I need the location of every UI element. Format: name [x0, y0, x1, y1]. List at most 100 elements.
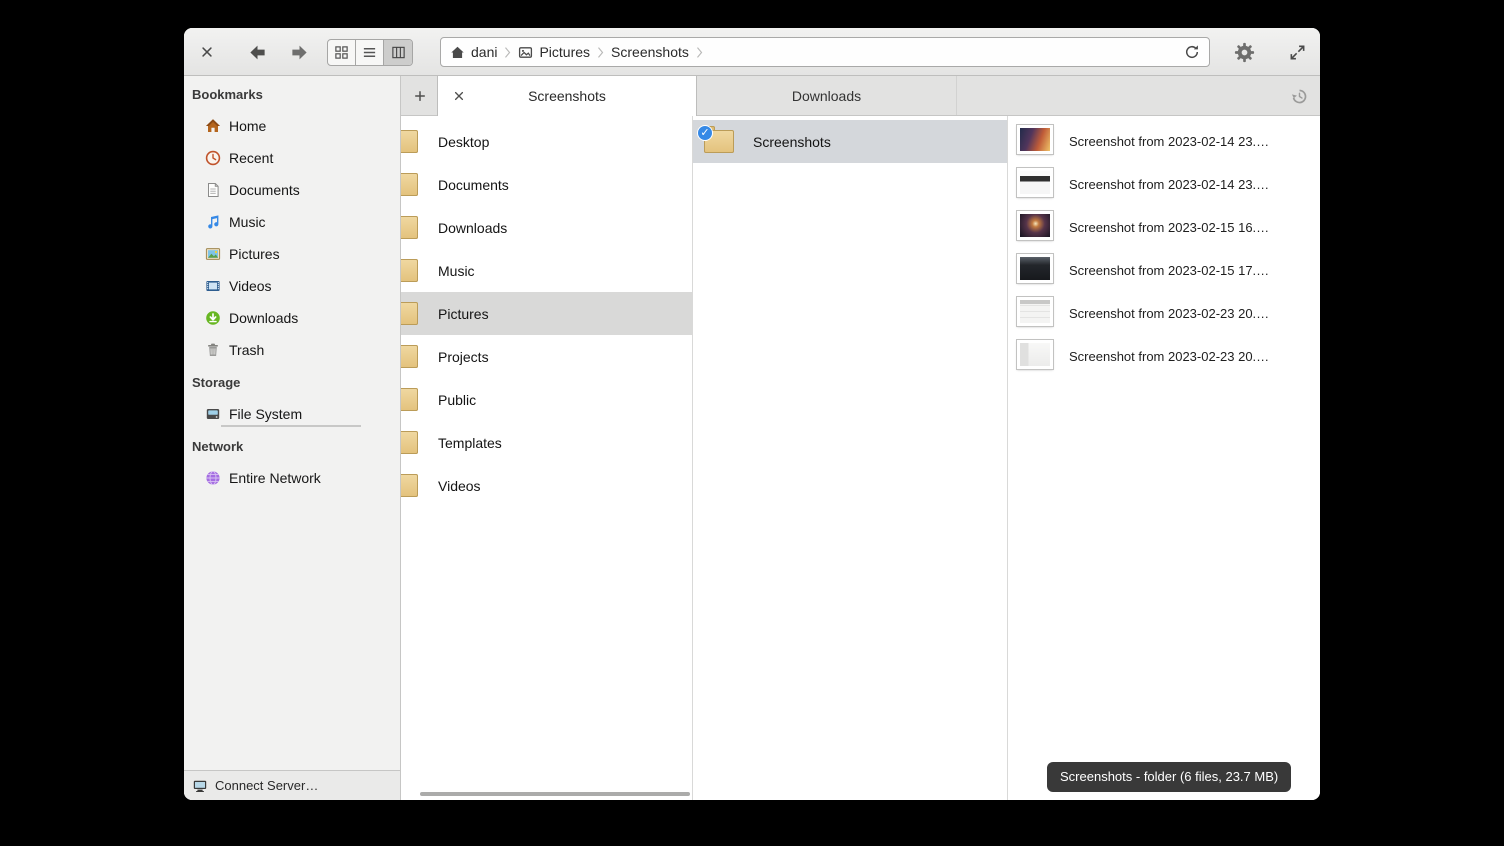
downloads-icon — [205, 310, 221, 326]
sidebar-section-bookmarks: Bookmarks — [184, 78, 400, 110]
file-row[interactable]: Screenshot from 2023-02-14 23.… — [1008, 163, 1320, 206]
folder-row-documents[interactable]: Documents — [401, 163, 692, 206]
breadcrumb-label: Screenshots — [611, 44, 689, 60]
close-icon — [453, 90, 465, 102]
fullscreen-button[interactable] — [1284, 41, 1310, 64]
recent-icon — [205, 150, 221, 166]
breadcrumb-pictures[interactable]: Pictures — [518, 44, 590, 60]
sidebar-item-documents[interactable]: Documents — [184, 174, 400, 206]
folder-row-downloads[interactable]: Downloads — [401, 206, 692, 249]
column-pictures-parent: Desktop Documents Downloads Music Pictur… — [401, 116, 692, 800]
folder-row-videos[interactable]: Videos — [401, 464, 692, 507]
sidebar: Bookmarks Home Recent Documents Music Pi… — [184, 76, 401, 800]
tab-history-button[interactable] — [1288, 85, 1310, 107]
new-tab-button[interactable] — [407, 84, 433, 108]
folder-row-screenshots[interactable]: ✓ Screenshots — [693, 120, 1007, 163]
pictures-icon — [205, 246, 221, 262]
refresh-button[interactable] — [1184, 44, 1200, 60]
sidebar-item-recent[interactable]: Recent — [184, 142, 400, 174]
connect-server-label: Connect Server… — [215, 778, 318, 793]
back-button[interactable] — [242, 38, 272, 66]
file-thumbnail — [1017, 168, 1053, 197]
forward-button[interactable] — [284, 38, 314, 66]
sidebar-item-videos[interactable]: Videos — [184, 270, 400, 302]
miller-columns: Desktop Documents Downloads Music Pictur… — [401, 116, 1320, 800]
folder-icon — [401, 173, 418, 196]
network-icon — [205, 470, 221, 486]
sidebar-item-file-system[interactable]: File System — [184, 398, 400, 430]
list-view-button[interactable] — [356, 40, 384, 65]
chevron-right-icon — [597, 46, 604, 59]
chevron-right-icon — [504, 46, 511, 59]
forward-arrow-icon — [289, 43, 310, 62]
sidebar-item-pictures[interactable]: Pictures — [184, 238, 400, 270]
column-pictures: ✓ Screenshots — [692, 116, 1007, 800]
sidebar-item-label: Home — [229, 118, 266, 134]
horizontal-scrollbar[interactable] — [420, 792, 690, 796]
file-row[interactable]: Screenshot from 2023-02-23 20.… — [1008, 292, 1320, 335]
folder-icon — [401, 130, 418, 153]
connect-server-button[interactable]: Connect Server… — [184, 770, 400, 800]
breadcrumb-screenshots[interactable]: Screenshots — [611, 44, 689, 60]
column-view-icon — [391, 45, 406, 60]
tab-label: Downloads — [792, 88, 861, 104]
connect-server-icon — [192, 778, 208, 794]
file-thumbnail — [1017, 211, 1053, 240]
sidebar-section-network: Network — [184, 430, 400, 462]
file-thumbnail — [1017, 297, 1053, 326]
file-thumbnail — [1017, 125, 1053, 154]
sidebar-item-home[interactable]: Home — [184, 110, 400, 142]
tab-screenshots[interactable]: Screenshots — [437, 76, 697, 116]
folder-row-music[interactable]: Music — [401, 249, 692, 292]
list-view-icon — [362, 45, 377, 60]
folder-row-desktop[interactable]: Desktop — [401, 120, 692, 163]
sidebar-item-label: Documents — [229, 182, 300, 198]
window-close-button[interactable] — [194, 40, 220, 64]
trash-icon — [205, 342, 221, 358]
grid-view-button[interactable] — [328, 40, 356, 65]
sidebar-item-trash[interactable]: Trash — [184, 334, 400, 366]
documents-icon — [205, 182, 221, 198]
column-view-button[interactable] — [384, 40, 412, 65]
tab-label: Screenshots — [528, 88, 606, 104]
chevron-right-icon — [696, 46, 703, 59]
sidebar-item-label: Videos — [229, 278, 272, 294]
file-row[interactable]: Screenshot from 2023-02-15 16.… — [1008, 206, 1320, 249]
tab-close-button[interactable] — [450, 87, 468, 105]
music-icon — [205, 214, 221, 230]
sidebar-item-downloads[interactable]: Downloads — [184, 302, 400, 334]
folder-icon — [401, 302, 418, 325]
folder-icon — [401, 345, 418, 368]
sidebar-item-music[interactable]: Music — [184, 206, 400, 238]
folder-row-pictures[interactable]: Pictures — [401, 292, 692, 335]
folder-row-templates[interactable]: Templates — [401, 421, 692, 464]
close-icon — [200, 45, 214, 59]
home-icon — [205, 118, 221, 134]
tab-downloads[interactable]: Downloads — [697, 76, 957, 115]
settings-button[interactable] — [1230, 40, 1258, 65]
file-row[interactable]: Screenshot from 2023-02-14 23.… — [1008, 120, 1320, 163]
folder-row-projects[interactable]: Projects — [401, 335, 692, 378]
file-row[interactable]: Screenshot from 2023-02-15 17.… — [1008, 249, 1320, 292]
header-bar: dani Pictures Screenshots — [184, 28, 1320, 76]
sidebar-item-label: Trash — [229, 342, 264, 358]
videos-icon — [205, 278, 221, 294]
folder-row-public[interactable]: Public — [401, 378, 692, 421]
history-icon — [1290, 87, 1309, 106]
sidebar-item-entire-network[interactable]: Entire Network — [184, 462, 400, 494]
file-thumbnail — [1017, 254, 1053, 283]
breadcrumb-home[interactable]: dani — [450, 44, 497, 60]
folder-icon — [401, 388, 418, 411]
folder-icon — [401, 431, 418, 454]
sidebar-item-label: Downloads — [229, 310, 298, 326]
file-row[interactable]: Screenshot from 2023-02-23 20.… — [1008, 335, 1320, 378]
folder-icon — [401, 259, 418, 282]
sidebar-item-label: Music — [229, 214, 266, 230]
folder-icon — [401, 216, 418, 239]
path-bar[interactable]: dani Pictures Screenshots — [440, 37, 1210, 67]
plus-icon — [413, 89, 427, 103]
home-icon — [450, 45, 465, 60]
sidebar-item-label: Entire Network — [229, 470, 321, 486]
file-manager-window: dani Pictures Screenshots Bookmark — [184, 28, 1320, 800]
breadcrumb-label: dani — [471, 44, 497, 60]
